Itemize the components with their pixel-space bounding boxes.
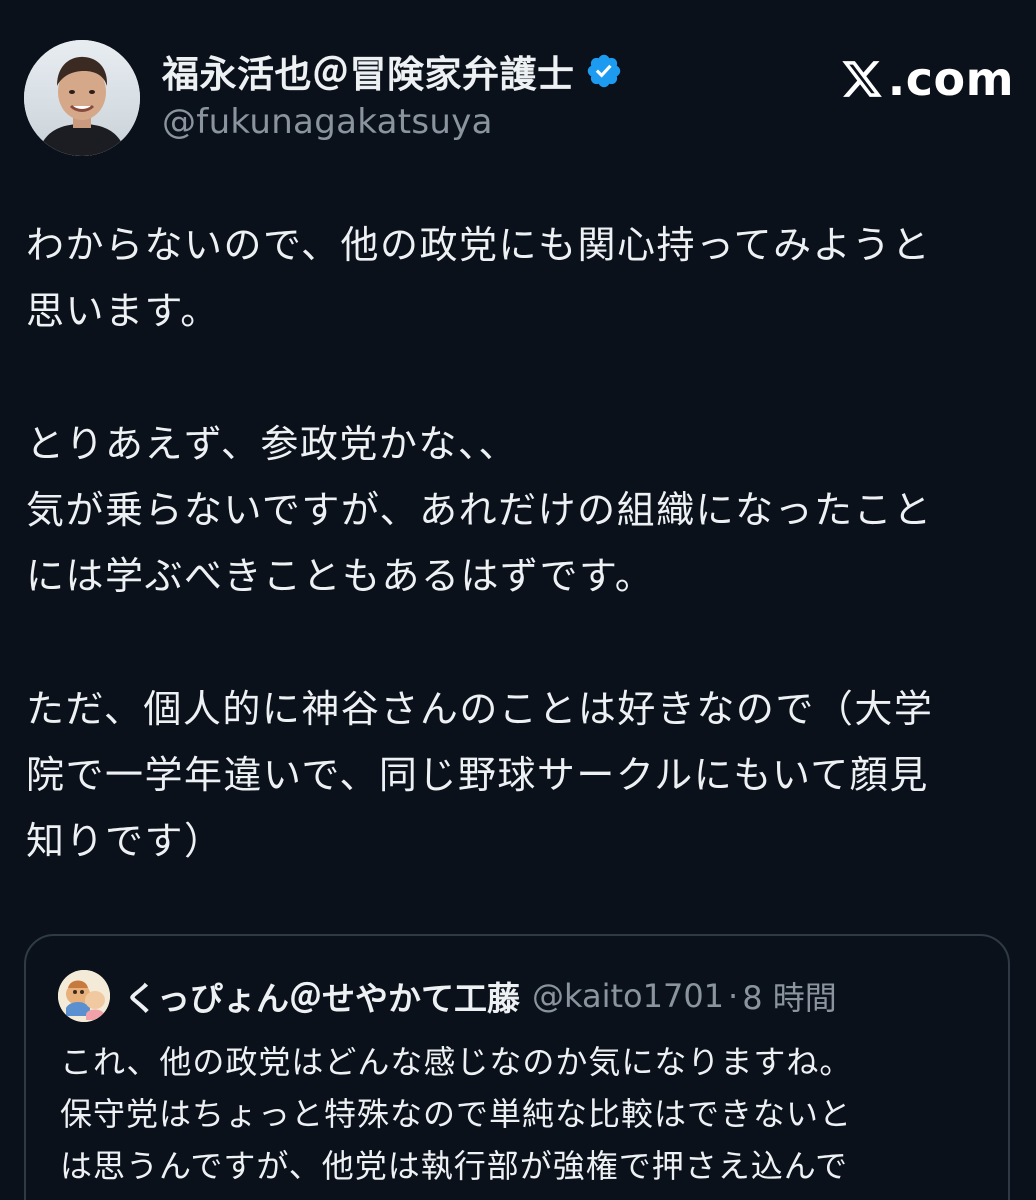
profile-photo-icon — [24, 40, 140, 156]
quoted-text-line: は思うんですが、他党は執行部が強権で押さえ込んで — [60, 1147, 849, 1185]
quoted-author-handle[interactable]: @kaito1701 — [532, 977, 724, 1015]
separator-dot: · — [728, 977, 739, 1015]
tweet-text: わからないので、他の政党にも関心持ってみようと 思います。 とりあえず、参政党か… — [26, 212, 1011, 941]
quoted-text-line: るんじゃないかな？ — [60, 1192, 980, 1200]
author-info: 福永活也＠冒険家弁護士 @fukunagakatsuya — [162, 44, 623, 142]
tweet-paragraph: とりあえず、参政党かな、、 気が乗らないですが、あれだけの組織になったこと には… — [26, 422, 933, 598]
brand-domain-text: .com — [887, 52, 1014, 106]
quoted-author-name[interactable]: くっぴょん＠せやかて工藤 — [124, 972, 520, 1020]
x-com-brand: .com — [840, 52, 1014, 106]
tweet-header: 福永活也＠冒険家弁護士 @fukunagakatsuya .com — [24, 40, 1014, 156]
author-handle[interactable]: @fukunagakatsuya — [162, 102, 623, 142]
cartoon-avatar-icon — [58, 970, 110, 1022]
quoted-tweet-time[interactable]: 8 時間 — [742, 973, 837, 1019]
quoted-tweet-text: これ、他の政党はどんな感じなのか気になりますね。 保守党はちょっと特殊なので単純… — [60, 1036, 980, 1200]
quoted-tweet-header: くっぴょん＠せやかて工藤 @kaito1701 · 8 時間 — [58, 970, 837, 1022]
quoted-author-avatar[interactable] — [58, 970, 110, 1022]
display-name-row: 福永活也＠冒険家弁護士 — [162, 44, 623, 98]
x-logo-icon — [842, 61, 882, 97]
author-avatar[interactable] — [24, 40, 140, 156]
quoted-tweet-card[interactable]: くっぴょん＠せやかて工藤 @kaito1701 · 8 時間 これ、他の政党はど… — [24, 934, 1010, 1200]
tweet-paragraph: ただ、個人的に神谷さんのことは好きなので（大学 院で一学年違いで、同じ野球サーク… — [26, 687, 934, 863]
tweet-screenshot: 福永活也＠冒険家弁護士 @fukunagakatsuya .com わからないの… — [0, 0, 1036, 1200]
verified-badge-icon — [587, 54, 620, 88]
author-display-name[interactable]: 福永活也＠冒険家弁護士 — [162, 44, 575, 98]
quoted-text-line: 保守党はちょっと特殊なので単純な比較はできないと — [60, 1095, 853, 1133]
quoted-text-line: これ、他の政党はどんな感じなのか気になりますね。 — [60, 1043, 853, 1081]
tweet-paragraph: わからないので、他の政党にも関心持ってみようと 思います。 — [26, 223, 932, 333]
